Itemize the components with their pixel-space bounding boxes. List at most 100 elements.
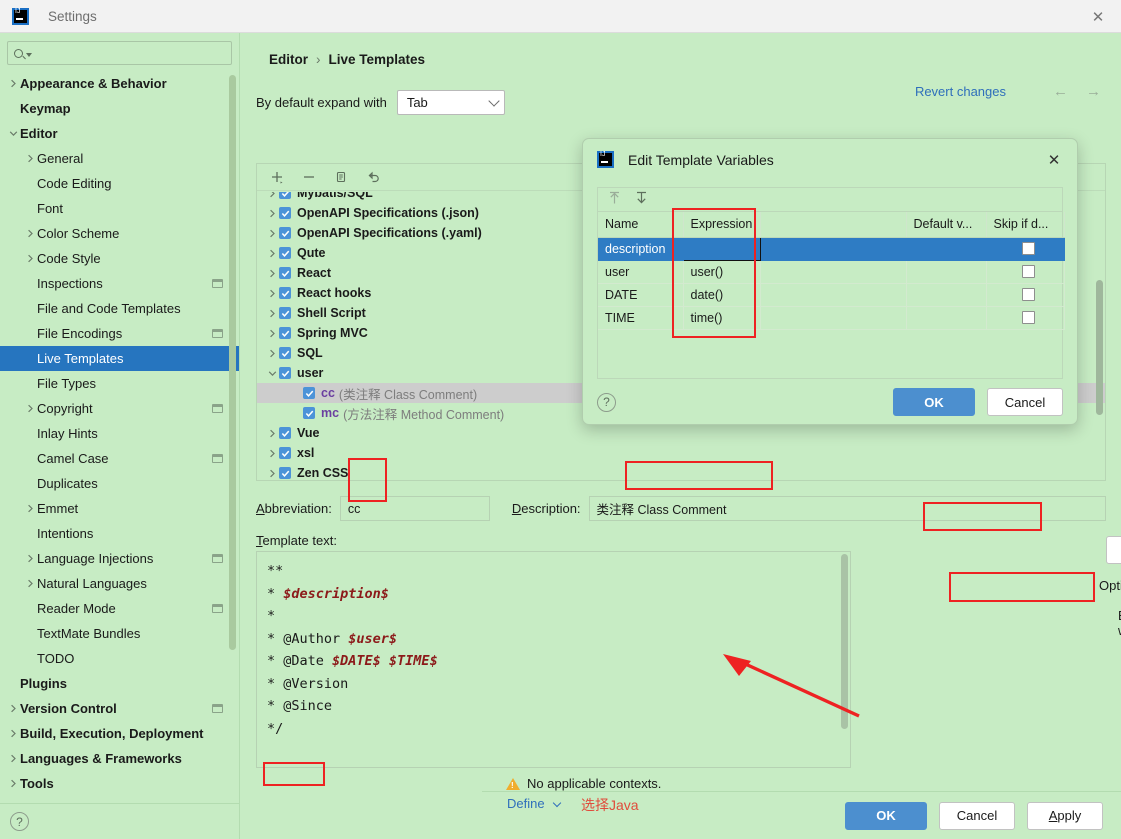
table-cell-blank[interactable] [760, 260, 907, 284]
close-icon[interactable]: ✕ [1075, 0, 1121, 33]
chevron-right-icon[interactable] [23, 579, 37, 588]
sidebar-item-build-execution-deployment[interactable]: Build, Execution, Deployment [0, 721, 239, 746]
apply-button[interactable]: Apply [1027, 801, 1103, 830]
chevron-right-icon[interactable] [6, 704, 20, 713]
chevron-right-icon[interactable] [6, 79, 20, 88]
chevron-right-icon[interactable] [265, 309, 279, 318]
sidebar-item-natural-languages[interactable]: Natural Languages [0, 571, 239, 596]
checkbox-icon[interactable] [279, 247, 291, 259]
sidebar-item-inlay-hints[interactable]: Inlay Hints [0, 421, 239, 446]
search-input[interactable] [32, 45, 225, 61]
chevron-right-icon[interactable] [23, 154, 37, 163]
table-cell-default[interactable] [906, 260, 987, 284]
sidebar-item-code-style[interactable]: Code Style [0, 246, 239, 271]
help-icon[interactable]: ? [597, 392, 616, 412]
template-group-row[interactable]: xsl [257, 443, 1105, 463]
chevron-right-icon[interactable] [265, 429, 279, 438]
table-column-header[interactable]: Name [598, 212, 684, 238]
chevron-right-icon[interactable] [23, 404, 37, 413]
checkbox-icon[interactable] [279, 447, 291, 459]
table-cell-name[interactable]: user [598, 260, 684, 284]
template-group-row[interactable]: Zen CSS [257, 463, 1105, 480]
table-row[interactable]: user user() [598, 260, 1065, 284]
sidebar-item-file-types[interactable]: File Types [0, 371, 239, 396]
chevron-right-icon[interactable] [265, 449, 279, 458]
chevron-right-icon[interactable] [265, 192, 279, 198]
sidebar-item-file-and-code-templates[interactable]: File and Code Templates [0, 296, 239, 321]
sidebar-item-live-templates[interactable]: Live Templates [0, 346, 239, 371]
sidebar-item-emmet[interactable]: Emmet [0, 496, 239, 521]
table-row[interactable]: TIME time() [598, 306, 1065, 330]
checkbox-icon[interactable] [279, 427, 291, 439]
checkbox-icon[interactable] [279, 287, 291, 299]
chevron-right-icon[interactable] [23, 229, 37, 238]
table-column-header[interactable] [760, 212, 907, 238]
table-cell-name[interactable]: description [598, 237, 684, 261]
chevron-right-icon[interactable] [6, 754, 20, 763]
sidebar-item-todo[interactable]: TODO [0, 646, 239, 671]
checkbox-icon[interactable] [279, 227, 291, 239]
skip-if-defined-checkbox[interactable] [1021, 311, 1035, 324]
table-cell-expression[interactable]: user() [683, 260, 761, 284]
checkbox-icon[interactable] [279, 307, 291, 319]
sidebar-item-appearance-behavior[interactable]: Appearance & Behavior [0, 71, 239, 96]
table-column-header[interactable]: Expression [683, 212, 761, 238]
sidebar-item-code-editing[interactable]: Code Editing [0, 171, 239, 196]
table-cell-skip[interactable] [986, 237, 1065, 261]
table-cell-expression[interactable]: date() [683, 283, 761, 307]
sidebar-item-copyright[interactable]: Copyright [0, 396, 239, 421]
undo-icon[interactable] [365, 169, 381, 185]
table-cell-skip[interactable] [986, 260, 1065, 284]
chevron-right-icon[interactable] [265, 269, 279, 278]
table-cell-blank[interactable] [760, 283, 907, 307]
table-cell-blank[interactable] [760, 306, 907, 330]
table-cell-default[interactable] [906, 283, 987, 307]
chevron-right-icon[interactable] [23, 504, 37, 513]
sidebar-item-editor[interactable]: Editor [0, 121, 239, 146]
table-cell-name[interactable]: DATE [598, 283, 684, 307]
close-icon[interactable]: ✕ [1045, 151, 1063, 169]
arrow-right-icon[interactable]: → [1086, 83, 1101, 100]
search-box[interactable] [7, 41, 232, 65]
table-cell-expression[interactable]: time() [683, 306, 761, 330]
dialog-ok-button[interactable]: OK [893, 388, 975, 416]
chevron-right-icon[interactable] [265, 229, 279, 238]
sidebar-item-duplicates[interactable]: Duplicates [0, 471, 239, 496]
sidebar-item-color-scheme[interactable]: Color Scheme [0, 221, 239, 246]
revert-changes-link[interactable]: Revert changes [915, 84, 1006, 99]
copy-icon[interactable] [333, 169, 349, 185]
sidebar-item-keymap[interactable]: Keymap [0, 96, 239, 121]
checkbox-icon[interactable] [279, 347, 291, 359]
ok-button[interactable]: OK [845, 801, 927, 830]
default-expand-combobox[interactable]: Tab [396, 90, 505, 115]
template-text-editor[interactable]: ** * $description$ * * @Author $user$ * … [256, 551, 851, 768]
sidebar-item-file-encodings[interactable]: File Encodings [0, 321, 239, 346]
edit-variables-button[interactable]: Edit Variables... [1106, 536, 1121, 564]
sidebar-scrollbar[interactable] [229, 75, 236, 650]
arrow-left-icon[interactable]: ← [1053, 83, 1068, 100]
templates-scrollbar[interactable] [1096, 280, 1103, 415]
arrow-up-icon[interactable] [608, 191, 621, 208]
plus-icon[interactable] [269, 169, 285, 185]
table-cell-expression[interactable] [682, 236, 761, 261]
skip-if-defined-checkbox[interactable] [1021, 288, 1035, 301]
chevron-right-icon[interactable] [265, 249, 279, 258]
breadcrumb-root[interactable]: Editor [269, 52, 308, 67]
checkbox-icon[interactable] [279, 192, 291, 199]
table-cell-skip[interactable] [986, 283, 1065, 307]
chevron-down-icon[interactable] [6, 129, 20, 138]
sidebar-item-reader-mode[interactable]: Reader Mode [0, 596, 239, 621]
sidebar-item-language-injections[interactable]: Language Injections [0, 546, 239, 571]
sidebar-item-textmate-bundles[interactable]: TextMate Bundles [0, 621, 239, 646]
minus-icon[interactable] [301, 169, 317, 185]
table-cell-blank[interactable] [760, 237, 907, 261]
chevron-right-icon[interactable] [265, 469, 279, 478]
chevron-right-icon[interactable] [23, 254, 37, 263]
checkbox-icon[interactable] [303, 407, 315, 419]
table-row[interactable]: DATE date() [598, 283, 1065, 307]
checkbox-icon[interactable] [279, 367, 291, 379]
chevron-right-icon[interactable] [265, 209, 279, 218]
checkbox-icon[interactable] [303, 387, 315, 399]
table-cell-default[interactable] [906, 237, 987, 261]
sidebar-item-font[interactable]: Font [0, 196, 239, 221]
